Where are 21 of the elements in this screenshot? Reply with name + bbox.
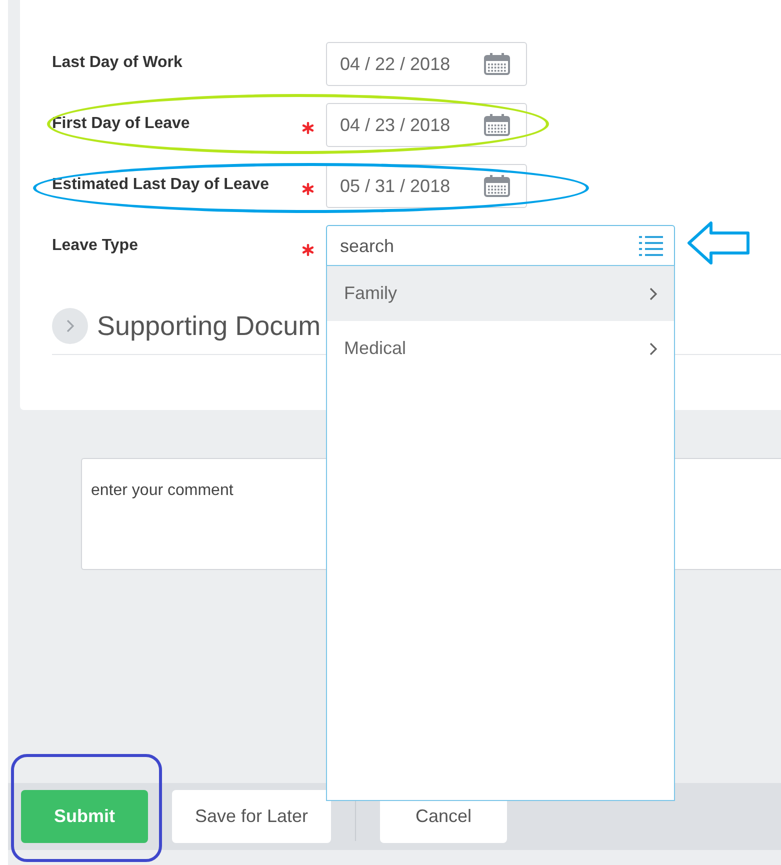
date-field[interactable]: 04 / 22 / 2018 — [326, 42, 527, 86]
field-label: First Day of Leave — [52, 114, 191, 134]
chevron-right-icon — [66, 319, 74, 333]
field-label: Last Day of Work — [52, 53, 184, 73]
field-label: Leave Type — [52, 236, 139, 256]
date-field[interactable]: 04 / 23 / 2018 — [326, 103, 527, 147]
calendar-icon[interactable] — [484, 53, 510, 75]
section-title: Supporting Docum — [97, 310, 321, 343]
expand-button[interactable] — [52, 308, 88, 344]
chevron-right-icon — [649, 286, 658, 300]
save-button[interactable]: Save for Later — [172, 790, 331, 843]
calendar-icon[interactable] — [484, 175, 510, 197]
search-field[interactable]: search — [326, 225, 675, 267]
menu-option[interactable]: Medical — [327, 321, 674, 376]
menu-option[interactable]: Family — [327, 266, 674, 321]
arrow-icon — [687, 221, 751, 265]
chevron-right-icon — [649, 342, 658, 356]
list-icon[interactable] — [639, 235, 663, 257]
field-label: Estimated Last Day of Leave — [52, 175, 270, 195]
date-field[interactable]: 05 / 31 / 2018 — [326, 164, 527, 208]
calendar-icon[interactable] — [484, 114, 510, 136]
